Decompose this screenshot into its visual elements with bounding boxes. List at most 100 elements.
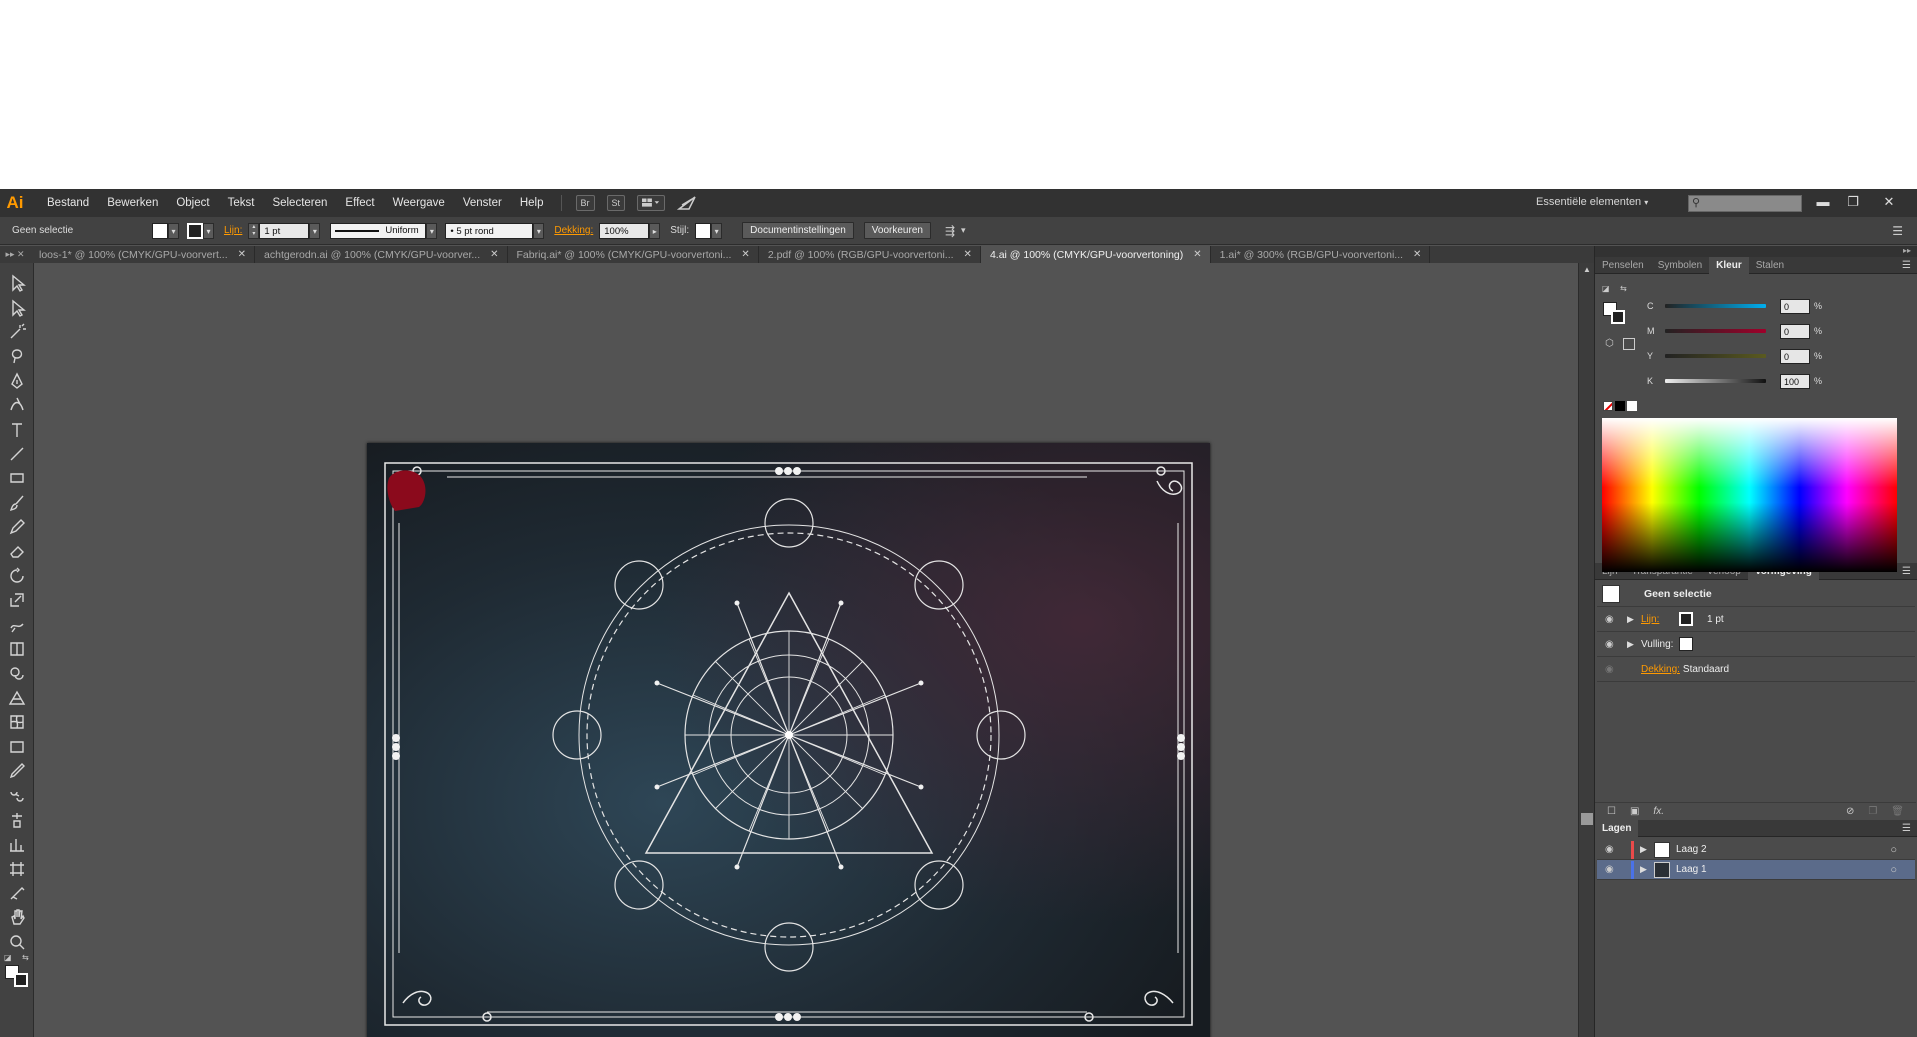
free-transform-tool[interactable] bbox=[0, 637, 34, 661]
tab-symbolen[interactable]: Symbolen bbox=[1651, 257, 1709, 274]
clear-appearance-icon[interactable]: ⊘ bbox=[1846, 806, 1854, 817]
tab-stalen[interactable]: Stalen bbox=[1749, 257, 1791, 274]
stroke-dropdown[interactable]: ▾ bbox=[203, 222, 214, 239]
tab-kleur[interactable]: Kleur bbox=[1709, 256, 1749, 274]
stock-button[interactable]: St bbox=[606, 195, 626, 211]
add-stroke-icon[interactable]: ☐ bbox=[1607, 806, 1616, 817]
perspective-grid-tool[interactable] bbox=[0, 686, 34, 710]
collapse-toolbar-icon[interactable]: ▸▸ ✕ bbox=[0, 246, 30, 263]
layer-row-selected[interactable]: ◉ ▶ Laag 1 ○ bbox=[1597, 860, 1915, 880]
black-value[interactable]: 100 bbox=[1780, 373, 1810, 389]
add-effect-icon[interactable]: fx. bbox=[1653, 806, 1664, 817]
menu-selecteren[interactable]: Selecteren bbox=[263, 197, 336, 209]
line-tool[interactable] bbox=[0, 442, 34, 466]
expand-icon[interactable]: ▶ bbox=[1627, 614, 1641, 625]
arrange-icon[interactable]: ⇶ bbox=[945, 224, 955, 238]
web-safe-icon[interactable] bbox=[1623, 338, 1635, 350]
delete-item-icon[interactable]: 🗑 bbox=[1891, 806, 1904, 817]
close-icon[interactable]: ✕ bbox=[1413, 249, 1421, 260]
none-swatch[interactable] bbox=[1603, 401, 1613, 411]
expand-icon[interactable]: ▶ bbox=[1640, 864, 1654, 875]
tab-document[interactable]: loos-1* @ 100% (CMYK/GPU-voorvert... ✕ bbox=[30, 246, 256, 263]
tab-document[interactable]: 2.pdf @ 100% (RGB/GPU-voorvertoni... ✕ bbox=[759, 246, 981, 263]
zoom-tool[interactable] bbox=[0, 930, 34, 954]
close-icon[interactable]: ✕ bbox=[964, 249, 972, 260]
scroll-up-icon[interactable]: ▲ bbox=[1583, 265, 1591, 274]
appearance-opacity-row[interactable]: ◉ Dekking: Standaard bbox=[1597, 657, 1915, 682]
eraser-tool[interactable] bbox=[0, 539, 34, 563]
graphic-style-swatch[interactable] bbox=[695, 222, 712, 239]
restore-button[interactable]: ❐ bbox=[1840, 192, 1866, 212]
target-icon[interactable]: ○ bbox=[1890, 844, 1897, 856]
panel-menu-icon[interactable]: ☰ bbox=[1902, 566, 1911, 577]
stroke-swatch[interactable] bbox=[14, 973, 28, 987]
fill-stroke-widget[interactable]: ◪ ⇆ bbox=[3, 953, 33, 993]
black-slider[interactable] bbox=[1665, 379, 1766, 383]
direct-selection-tool[interactable] bbox=[0, 295, 34, 319]
stroke-label[interactable]: Lijn: bbox=[1641, 614, 1675, 625]
out-of-gamut-icon[interactable]: ⬡ bbox=[1605, 338, 1614, 349]
minimize-button[interactable]: ▬ bbox=[1810, 192, 1836, 212]
column-graph-tool[interactable] bbox=[0, 832, 34, 856]
fill-swatch[interactable] bbox=[1679, 637, 1693, 651]
menu-bewerken[interactable]: Bewerken bbox=[98, 197, 167, 209]
layer-name[interactable]: Laag 1 bbox=[1676, 864, 1707, 875]
arrange-documents-button[interactable] bbox=[637, 195, 666, 211]
symbol-sprayer-tool[interactable] bbox=[0, 808, 34, 832]
color-spectrum[interactable] bbox=[1602, 418, 1897, 572]
document-settings-button[interactable]: Documentinstellingen bbox=[742, 222, 854, 239]
swap-colors-icon[interactable]: ⇆ bbox=[1620, 284, 1627, 293]
opacity-field[interactable]: 100% bbox=[599, 222, 650, 239]
panel-menu-icon[interactable]: ☰ bbox=[1902, 260, 1911, 271]
eye-icon[interactable]: ◉ bbox=[1605, 864, 1621, 875]
tab-document[interactable]: 1.ai* @ 300% (RGB/GPU-voorvertoni... ✕ bbox=[1211, 246, 1431, 263]
tab-document-active[interactable]: 4.ai @ 100% (CMYK/GPU-voorvertoning) ✕ bbox=[980, 246, 1211, 263]
menu-weergave[interactable]: Weergave bbox=[384, 197, 454, 209]
brush-definition[interactable]: • 5 pt rond bbox=[445, 222, 534, 239]
magenta-value[interactable]: 0 bbox=[1780, 323, 1810, 339]
eyedropper-tool[interactable] bbox=[0, 759, 34, 783]
curvature-tool[interactable] bbox=[0, 393, 34, 417]
magenta-slider[interactable] bbox=[1665, 329, 1766, 333]
pencil-tool[interactable] bbox=[0, 515, 34, 539]
close-icon[interactable]: ✕ bbox=[490, 249, 498, 260]
eye-icon[interactable]: ◉ bbox=[1605, 844, 1621, 855]
blend-tool[interactable] bbox=[0, 783, 34, 807]
menu-venster[interactable]: Venster bbox=[454, 197, 511, 209]
scale-tool[interactable] bbox=[0, 588, 34, 612]
shape-builder-tool[interactable] bbox=[0, 661, 34, 685]
chevron-down-icon[interactable]: ▾ bbox=[961, 225, 966, 236]
target-icon[interactable]: ○ bbox=[1890, 864, 1897, 876]
warp-tool[interactable] bbox=[0, 612, 34, 636]
appearance-stroke-row[interactable]: ◉ ▶ Lijn: 1 pt bbox=[1597, 607, 1915, 632]
eye-icon[interactable]: ◉ bbox=[1605, 614, 1621, 625]
menu-effect[interactable]: Effect bbox=[336, 197, 383, 209]
rectangle-tool[interactable] bbox=[0, 466, 34, 490]
variable-width-profile[interactable]: Uniform bbox=[330, 222, 427, 239]
panel-menu-icon[interactable]: ☰ bbox=[1902, 823, 1911, 834]
expand-icon[interactable]: ▶ bbox=[1627, 639, 1641, 650]
stroke-swatch[interactable] bbox=[1679, 612, 1693, 626]
selection-tool[interactable] bbox=[0, 271, 34, 295]
duplicate-item-icon[interactable]: ❐ bbox=[1868, 806, 1877, 817]
hand-tool[interactable] bbox=[0, 905, 34, 929]
layer-row[interactable]: ◉ ▶ Laag 2 ○ bbox=[1597, 840, 1915, 860]
stroke-swatch[interactable] bbox=[187, 222, 203, 239]
stroke-weight-field[interactable]: 1 pt bbox=[259, 222, 310, 239]
scroll-thumb[interactable] bbox=[1581, 813, 1593, 825]
tab-document[interactable]: achtgerodn.ai @ 100% (CMYK/GPU-voorver..… bbox=[255, 246, 508, 263]
default-colors-icon[interactable]: ◪ bbox=[4, 953, 12, 962]
menu-bestand[interactable]: Bestand bbox=[38, 197, 98, 209]
stroke-swatch[interactable] bbox=[1611, 310, 1625, 324]
menu-help[interactable]: Help bbox=[511, 197, 553, 209]
artboard[interactable] bbox=[367, 443, 1210, 1037]
tab-document[interactable]: Fabriq.ai* @ 100% (CMYK/GPU-voorvertoni.… bbox=[508, 246, 759, 263]
menu-object[interactable]: Object bbox=[167, 197, 218, 209]
workspace-switcher[interactable]: Essentiële elementen ▾ bbox=[1536, 196, 1648, 208]
gpu-performance-icon[interactable] bbox=[677, 195, 697, 211]
eye-icon[interactable]: ◉ bbox=[1605, 664, 1621, 675]
white-quick-swatch[interactable] bbox=[1627, 401, 1637, 411]
graphic-style-dropdown[interactable]: ▾ bbox=[711, 222, 723, 239]
opacity-label[interactable]: Dekking: bbox=[1641, 664, 1680, 675]
layer-name[interactable]: Laag 2 bbox=[1676, 844, 1707, 855]
